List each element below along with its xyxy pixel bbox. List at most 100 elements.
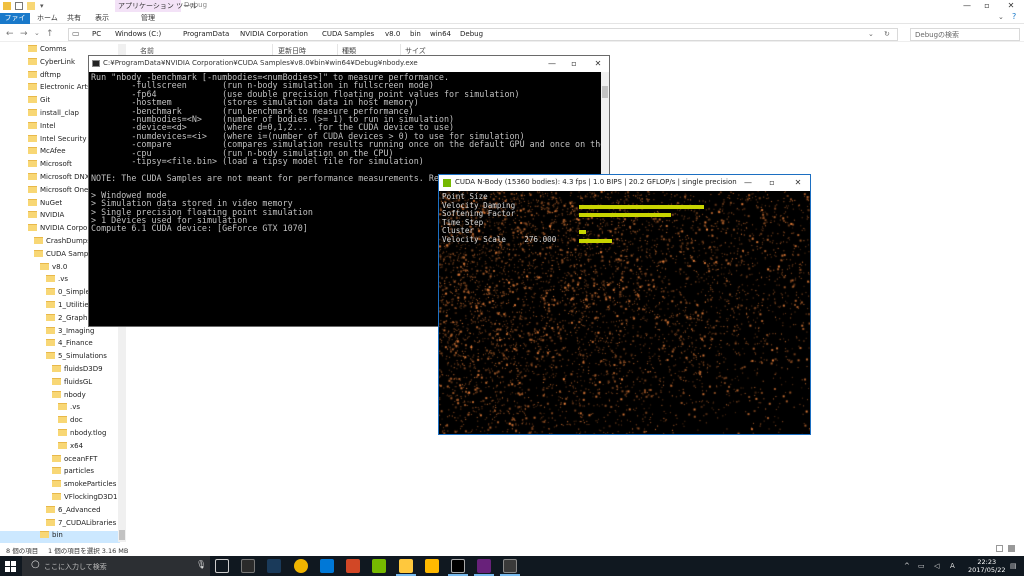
- tree-item[interactable]: Git: [28, 94, 50, 107]
- start-button[interactable]: [0, 556, 22, 576]
- large-icons-view-icon[interactable]: [1008, 545, 1015, 552]
- breadcrumb-bin[interactable]: bin: [410, 29, 421, 40]
- tree-item[interactable]: VFlockingD3D10: [52, 491, 122, 504]
- notifications-icon[interactable]: ▤: [1010, 562, 1017, 570]
- breadcrumb-pc[interactable]: PC: [92, 29, 101, 40]
- tree-item[interactable]: CyberLink: [28, 56, 75, 69]
- tree-item[interactable]: Microsoft DNX: [28, 171, 90, 184]
- breadcrumb-programdata[interactable]: ProgramData: [183, 29, 229, 40]
- forward-arrow-icon[interactable]: →: [20, 29, 28, 39]
- recent-locations-icon[interactable]: ⌄: [34, 29, 40, 37]
- tree-item[interactable]: install_clap: [28, 107, 79, 120]
- maximize-button[interactable]: ▫: [978, 0, 996, 12]
- nbody-taskbar-icon[interactable]: [503, 559, 517, 573]
- details-view-icon[interactable]: [996, 545, 1003, 552]
- nbody-close-button[interactable]: ✕: [789, 177, 807, 189]
- tree-scrollbar-thumb[interactable]: [119, 530, 125, 540]
- nbody-titlebar[interactable]: CUDA N-Body (15360 bodies): 4.3 fps | 1.…: [439, 175, 810, 191]
- tree-item[interactable]: fluidsD3D9: [52, 363, 103, 376]
- tree-item[interactable]: 6_Advanced: [46, 504, 101, 517]
- param-slider-fill[interactable]: [579, 239, 612, 243]
- tree-item[interactable]: NVIDIA: [28, 209, 64, 222]
- up-arrow-icon[interactable]: ↑: [46, 29, 54, 39]
- expand-ribbon-icon[interactable]: ⌄: [998, 13, 1004, 21]
- tree-item[interactable]: bin: [40, 529, 63, 542]
- powerpoint-icon[interactable]: [346, 559, 360, 573]
- tree-item[interactable]: .vs: [58, 401, 80, 414]
- back-arrow-icon[interactable]: ←: [6, 29, 14, 39]
- close-button[interactable]: ✕: [1002, 0, 1020, 12]
- param-slider-fill[interactable]: [579, 230, 586, 235]
- tree-item[interactable]: nbody.tlog: [58, 427, 106, 440]
- tree-item[interactable]: oceanFFT: [52, 453, 97, 466]
- visual-studio-icon[interactable]: [477, 559, 491, 573]
- network-icon[interactable]: ▭: [918, 562, 925, 570]
- tree-item[interactable]: Microsoft: [28, 158, 72, 171]
- nbody-minimize-button[interactable]: —: [739, 177, 757, 189]
- tab-home[interactable]: ホーム: [33, 13, 62, 24]
- tree-item[interactable]: McAfee: [28, 145, 66, 158]
- minimize-button[interactable]: —: [958, 0, 976, 12]
- tree-item[interactable]: Electronic Arts: [28, 81, 91, 94]
- tree-item[interactable]: nbody: [52, 389, 86, 402]
- tree-item[interactable]: NVIDIA Corpora: [28, 222, 95, 235]
- tree-item[interactable]: particles: [52, 465, 94, 478]
- ime-indicator[interactable]: A: [950, 562, 955, 570]
- tree-item[interactable]: v8.0: [40, 261, 67, 274]
- outlook-icon[interactable]: [320, 559, 334, 573]
- folder-app-icon[interactable]: [425, 559, 439, 573]
- tab-share[interactable]: 共有: [63, 13, 85, 24]
- nbody-maximize-button[interactable]: ▫: [763, 177, 781, 189]
- tree-item[interactable]: x64: [58, 440, 83, 453]
- tree-item[interactable]: .vs: [46, 273, 68, 286]
- properties-icon[interactable]: [15, 2, 23, 10]
- tree-item[interactable]: 7_CUDALibraries: [46, 517, 116, 530]
- chrome-icon[interactable]: [294, 559, 308, 573]
- tree-item[interactable]: CUDA Sample: [34, 248, 95, 261]
- tab-view[interactable]: 表示: [91, 13, 113, 24]
- param-row[interactable]: Velocity Scale 276.000: [442, 235, 556, 245]
- tree-item[interactable]: Intel Security: [28, 133, 86, 146]
- tab-manage[interactable]: 管理: [137, 13, 159, 24]
- tree-item[interactable]: CrashDumps: [34, 235, 91, 248]
- new-folder-icon[interactable]: [27, 2, 35, 10]
- tree-item[interactable]: 5_Simulations: [46, 350, 107, 363]
- tree-item[interactable]: NuGet: [28, 197, 62, 210]
- taskbar-clock[interactable]: 22:23 2017/05/22: [968, 558, 1005, 574]
- console-scrollbar-thumb[interactable]: [602, 86, 608, 98]
- breadcrumb-v80[interactable]: v8.0: [385, 29, 400, 40]
- refresh-icon[interactable]: ↻: [884, 29, 890, 40]
- console-minimize-button[interactable]: —: [543, 58, 561, 70]
- help-icon[interactable]: ?: [1012, 12, 1016, 21]
- tree-item[interactable]: smokeParticles: [52, 478, 116, 491]
- console-taskbar-icon[interactable]: [451, 559, 465, 573]
- volume-icon[interactable]: ◁: [934, 562, 939, 570]
- tab-file[interactable]: ファイル: [0, 13, 30, 33]
- param-slider-fill[interactable]: [579, 213, 672, 218]
- console-maximize-button[interactable]: ▫: [565, 58, 583, 70]
- breadcrumb-drive[interactable]: Windows (C:): [115, 29, 161, 40]
- address-dropdown-icon[interactable]: ⌄: [868, 29, 874, 40]
- nvidia-icon[interactable]: [372, 559, 386, 573]
- breadcrumb-nvidia[interactable]: NVIDIA Corporation: [240, 29, 308, 40]
- store-icon[interactable]: [241, 559, 255, 573]
- microphone-icon[interactable]: 🎙: [196, 560, 206, 569]
- breadcrumb-debug[interactable]: Debug: [460, 29, 483, 40]
- tree-item[interactable]: Comms: [28, 43, 66, 56]
- tree-item[interactable]: 4_Finance: [46, 337, 93, 350]
- breadcrumb-win64[interactable]: win64: [430, 29, 451, 40]
- show-hidden-icons-icon[interactable]: ^: [904, 562, 910, 570]
- tree-item[interactable]: Intel: [28, 120, 56, 133]
- tree-item[interactable]: fluidsGL: [52, 376, 92, 389]
- breadcrumb-cuda-samples[interactable]: CUDA Samples: [322, 29, 374, 40]
- tree-item[interactable]: Microsoft OneD: [28, 184, 94, 197]
- tree-item[interactable]: doc: [58, 414, 83, 427]
- tree-item[interactable]: 1_Utilities: [46, 299, 92, 312]
- tree-item[interactable]: 0_Simple: [46, 286, 90, 299]
- tree-item[interactable]: dftmp: [28, 69, 61, 82]
- param-slider-fill[interactable]: [579, 204, 705, 209]
- steam-icon[interactable]: [267, 559, 281, 573]
- console-titlebar[interactable]: C:¥ProgramData¥NVIDIA Corporation¥CUDA S…: [89, 56, 609, 72]
- chevron-down-icon[interactable]: ▾: [40, 2, 48, 10]
- task-view-icon[interactable]: [215, 559, 229, 573]
